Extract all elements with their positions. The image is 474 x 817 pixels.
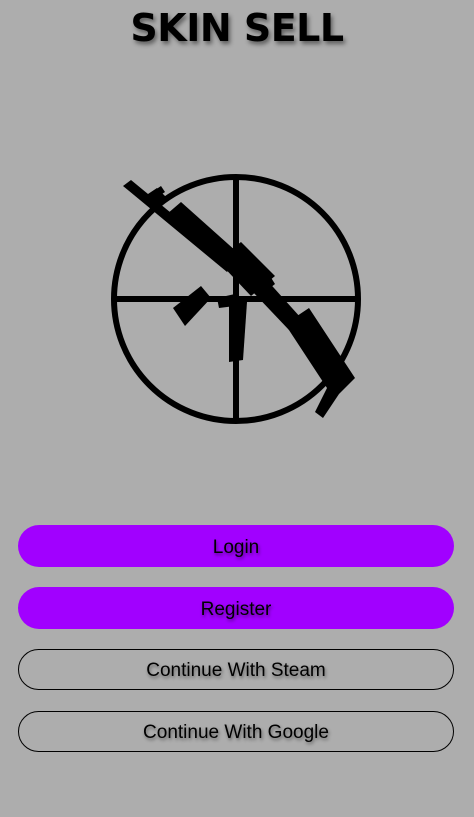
app-title: SKIN SELL bbox=[130, 6, 344, 50]
steam-button-label: Continue With Steam bbox=[146, 660, 326, 681]
login-button-label: Login bbox=[212, 536, 260, 558]
continue-with-google-button[interactable]: Continue With Google bbox=[18, 711, 454, 752]
register-button[interactable]: Register bbox=[18, 587, 454, 629]
crosshair-rifle-icon bbox=[105, 168, 367, 430]
register-button-label: Register bbox=[200, 598, 272, 620]
continue-with-steam-button[interactable]: Continue With Steam bbox=[18, 649, 454, 690]
google-button-label: Continue With Google bbox=[143, 722, 329, 743]
login-button[interactable]: Login bbox=[18, 525, 454, 567]
